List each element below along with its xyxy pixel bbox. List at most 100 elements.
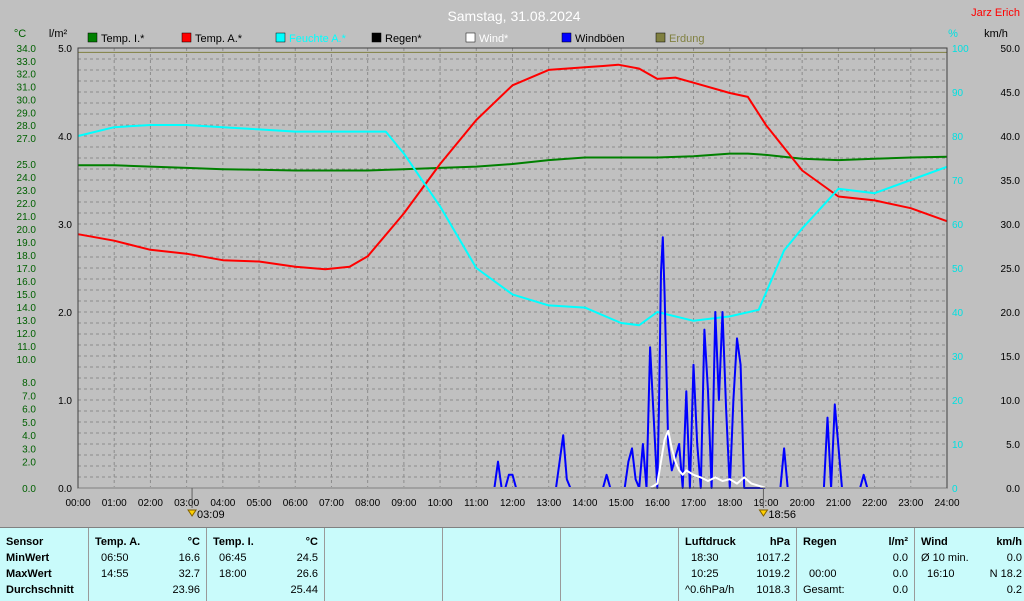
temp-tick-label: 34.0 <box>17 44 37 55</box>
temp-tick-label: 13.0 <box>17 316 37 327</box>
temp-tick-label: 7.0 <box>22 391 36 402</box>
temp-tick-label: 18.0 <box>17 251 37 262</box>
stats-rain-header: Regen <box>803 536 837 548</box>
x-tick-label: 12:00 <box>500 498 525 509</box>
temp-tick-label: 33.0 <box>17 57 37 68</box>
x-tick-label: 19:00 <box>753 498 778 509</box>
legend-swatch <box>465 32 476 43</box>
event-time-label: 18:56 <box>768 509 796 521</box>
stats-time: 10:25 <box>691 568 719 580</box>
stats-temp-i-header: Temp. I. <box>213 536 254 548</box>
wind-tick-label: 15.0 <box>1001 352 1021 363</box>
stats-temp-a-header: Temp. A. <box>95 536 141 548</box>
x-tick-label: 24:00 <box>934 498 959 509</box>
humidity-tick-label: 30 <box>952 352 964 363</box>
stats-time: 06:50 <box>101 552 129 564</box>
temp-tick-label: 32.0 <box>17 70 37 81</box>
legend-swatch <box>275 32 286 43</box>
wind-tick-label: 5.0 <box>1006 440 1020 451</box>
legend-label: Wind* <box>479 33 509 45</box>
stats-wind-avg-label: Ø 10 min. <box>921 552 969 564</box>
temp-tick-label: 19.0 <box>17 238 37 249</box>
stats-time: 14:55 <box>101 568 129 580</box>
wind-tick-label: 30.0 <box>1001 220 1021 231</box>
station-name: Jarz Erich <box>971 7 1020 19</box>
stats-temp-i-column: Temp. I. °C 06:45 24.5 18:00 26.6 25.44 <box>206 528 324 601</box>
temp-tick-label: 20.0 <box>17 225 37 236</box>
legend-label: Windböen <box>575 33 625 45</box>
stats-temp-a-unit: °C <box>187 536 200 548</box>
stats-pressure-trend: ^0.6hPa/h <box>685 584 735 596</box>
stats-rain-total-label: Gesamt: <box>803 584 845 596</box>
stats-time: 16:10 <box>927 568 955 580</box>
x-tick-label: 11:00 <box>464 498 489 509</box>
stats-value: 23.96 <box>172 584 200 596</box>
x-tick-label: 02:00 <box>138 498 163 509</box>
stats-value: 1019.2 <box>756 568 790 580</box>
humidity-tick-label: 90 <box>952 88 964 99</box>
temp-tick-label: 4.0 <box>22 431 36 442</box>
event-time-label: 03:09 <box>197 509 225 521</box>
stats-pressure-unit: hPa <box>769 536 790 548</box>
stats-value: 24.5 <box>296 552 318 564</box>
legend-label: Erdung <box>669 33 704 45</box>
stats-pressure-column: Luftdruck hPa 18:30 1017.2 10:25 1019.2 … <box>678 528 796 601</box>
legend-swatch <box>655 32 666 43</box>
stats-rain-column: Regen l/m² 0.0 00:00 0.0 Gesamt: 0.0 <box>796 528 914 601</box>
legend-label: Temp. I.* <box>101 33 145 45</box>
wind-tick-label: 50.0 <box>1001 44 1021 55</box>
rain-tick-label: 5.0 <box>58 44 72 55</box>
stats-temp-a-column: Temp. A. °C 06:50 16.6 14:55 32.7 23.96 <box>88 528 206 601</box>
wind-tick-label: 20.0 <box>1001 308 1021 319</box>
temp-tick-label: 5.0 <box>22 418 36 429</box>
x-tick-label: 13:00 <box>536 498 561 509</box>
temp-tick-label: 2.0 <box>22 458 36 469</box>
temp-tick-label: 3.0 <box>22 444 36 455</box>
temp-tick-label: 14.0 <box>17 303 37 314</box>
left-rain-unit: l/m² <box>49 28 68 40</box>
stats-value: 26.6 <box>296 568 318 580</box>
x-tick-label: 03:00 <box>174 498 199 509</box>
stats-sensor-column: Sensor MinWert MaxWert Durchschnitt <box>0 528 88 601</box>
stats-value: 0.0 <box>892 568 908 580</box>
weather-chart: 00:00 01:00 02:00 03:00 04:00 05:00 06:00 07:00… <box>0 0 1024 527</box>
x-tick-label: 16:00 <box>645 498 670 509</box>
rain-tick-label: 0.0 <box>58 484 72 495</box>
x-tick-label: 00:00 <box>65 498 90 509</box>
stats-value: 0.0 <box>892 552 908 564</box>
humidity-tick-label: 50 <box>952 264 964 275</box>
stats-value: 0.0 <box>1006 552 1022 564</box>
legend-swatch <box>181 32 192 43</box>
stats-time: 00:00 <box>809 568 837 580</box>
temp-tick-label: 12.0 <box>17 329 37 340</box>
x-tick-label: 15:00 <box>609 498 634 509</box>
temp-tick-label: 24.0 <box>17 173 37 184</box>
x-tick-label: 17:00 <box>681 498 706 509</box>
wind-tick-label: 25.0 <box>1001 264 1021 275</box>
stats-empty-column <box>324 528 442 601</box>
temp-tick-label: 27.0 <box>17 134 37 145</box>
stats-wind-header: Wind <box>921 536 948 548</box>
legend-label: Temp. A.* <box>195 33 243 45</box>
rain-tick-label: 4.0 <box>58 132 72 143</box>
humidity-tick-label: 60 <box>952 220 964 231</box>
x-tick-label: 08:00 <box>355 498 380 509</box>
stats-sensor-header: Sensor <box>6 536 44 548</box>
x-tick-label: 10:00 <box>428 498 453 509</box>
wind-tick-label: 45.0 <box>1001 88 1021 99</box>
wind-tick-label: 40.0 <box>1001 132 1021 143</box>
temp-tick-label: 25.0 <box>17 160 37 171</box>
legend-swatch <box>371 32 382 43</box>
stats-row-label: MaxWert <box>6 568 52 580</box>
x-tick-label: 23:00 <box>898 498 923 509</box>
x-tick-label: 14:00 <box>572 498 597 509</box>
rain-tick-label: 2.0 <box>58 308 72 319</box>
statistics-panel: Sensor MinWert MaxWert Durchschnitt Temp… <box>0 527 1024 601</box>
legend-label: Regen* <box>385 33 422 45</box>
temp-tick-label: 22.0 <box>17 199 37 210</box>
temp-tick-label: 16.0 <box>17 277 37 288</box>
temp-tick-label: 21.0 <box>17 212 37 223</box>
humidity-tick-label: 10 <box>952 440 964 451</box>
stats-value: 25.44 <box>290 584 318 596</box>
legend-label: Feuchte A.* <box>289 33 347 45</box>
